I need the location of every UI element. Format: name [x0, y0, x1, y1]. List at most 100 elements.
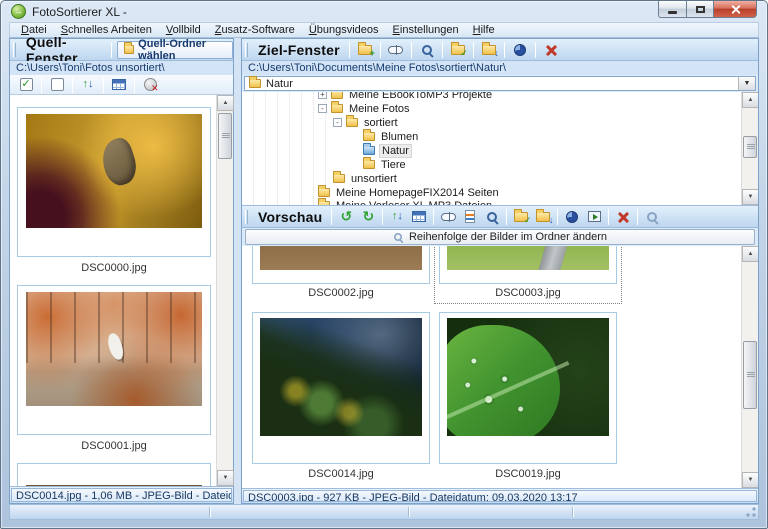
folder-tree[interactable]: + Meine EBookToMP3 Projekte - Meine Foto…	[242, 92, 758, 205]
resize-grip[interactable]	[745, 506, 757, 518]
move-to-folder-button[interactable]: ↓	[477, 41, 501, 59]
scrollbar-thumb[interactable]	[218, 113, 232, 159]
leaf-shape	[447, 325, 561, 436]
thumbnail-image-dsc0001[interactable]	[26, 292, 202, 406]
folder-combobox[interactable]: Natur ▼	[244, 76, 756, 91]
tree-row[interactable]: Meine HomepageFIX2014 Seiten	[318, 185, 501, 199]
source-status-text: DSC0014.jpg - 1,06 MB - JPEG-Bild - Date…	[11, 488, 232, 502]
sort-button[interactable]: ↑↓	[76, 76, 100, 94]
scroll-down-button[interactable]: ▼	[742, 472, 758, 488]
menu-einstellungen[interactable]: Einstellungen	[386, 23, 466, 37]
tree-label: sortiert	[364, 116, 398, 129]
tree-row[interactable]: - sortiert	[333, 115, 400, 129]
tree-row[interactable]: - Meine Fotos	[318, 101, 412, 115]
thumbnail-image-dsc0000[interactable]	[26, 114, 202, 228]
source-list-scrollbar[interactable]: ▲ ▼	[216, 95, 234, 486]
menu-hilfe[interactable]: Hilfe	[466, 23, 502, 37]
thumbnail-image-dsc0002[interactable]	[260, 246, 422, 270]
order-icon	[393, 233, 402, 241]
statistics-button[interactable]	[508, 41, 532, 59]
statistics-button[interactable]	[561, 208, 583, 226]
grid-cell-selected[interactable]	[439, 246, 617, 284]
globe-disabled-icon: ✕	[143, 78, 159, 93]
grid-view-button[interactable]	[107, 76, 131, 94]
scroll-down-button[interactable]: ▼	[742, 189, 758, 205]
rotate-right-button[interactable]: ↻	[357, 208, 379, 226]
separator	[557, 208, 559, 225]
tree-scrollbar[interactable]: ▲ ▼	[741, 92, 758, 205]
thumbnail-image-dsc0019[interactable]	[447, 318, 609, 436]
menu-zusatz-software[interactable]: Zusatz-Software	[208, 23, 302, 37]
folder-confirm-button[interactable]: ✓	[446, 41, 470, 59]
grid-cell[interactable]	[439, 312, 617, 464]
zoom-button[interactable]	[641, 208, 663, 226]
minimize-button[interactable]	[658, 1, 687, 18]
delete-icon	[545, 44, 557, 56]
rename-file-button[interactable]	[437, 208, 459, 226]
tree-expander-plus[interactable]: +	[318, 92, 327, 99]
tree-row[interactable]: + Meine EBookToMP3 Projekte	[318, 92, 494, 101]
grid-view-button[interactable]	[408, 208, 430, 226]
combo-dropdown-button[interactable]: ▼	[738, 77, 755, 90]
thumbnail-image-dsc0014[interactable]	[260, 318, 422, 436]
new-folder-button[interactable]: +	[353, 41, 377, 59]
new-folder-icon: +	[357, 41, 375, 57]
tree-row-selected[interactable]: Natur	[363, 143, 412, 158]
folder-confirm-button[interactable]: ✓	[510, 208, 532, 226]
separator	[134, 76, 135, 93]
close-button[interactable]	[714, 1, 757, 18]
toolbar-grip	[245, 209, 248, 224]
maximize-button[interactable]	[687, 1, 714, 18]
sort-button[interactable]: ↑↓	[386, 208, 408, 226]
source-thumb-cell[interactable]	[17, 107, 211, 257]
scrollbar-thumb[interactable]	[743, 136, 757, 158]
menu-vollbild[interactable]: Vollbild	[159, 23, 208, 37]
tree-expander-minus[interactable]: -	[318, 104, 327, 113]
scroll-up-button[interactable]: ▲	[217, 95, 234, 111]
folder-icon	[363, 129, 375, 141]
separator	[472, 41, 474, 58]
search-button[interactable]	[415, 41, 439, 59]
search-button[interactable]	[481, 208, 503, 226]
change-order-button[interactable]: Reihenfolge der Bilder im Ordner ändern	[245, 229, 755, 245]
file-info-button[interactable]	[459, 208, 481, 226]
menu-uebungsvideos[interactable]: Übungsvideos	[302, 23, 386, 37]
butterfly-shape	[97, 135, 142, 189]
thumb-filename: DSC0001.jpg	[81, 440, 147, 452]
scrollbar-thumb[interactable]	[743, 341, 757, 409]
scroll-up-button[interactable]: ▲	[742, 92, 758, 108]
source-thumbnail-list[interactable]: DSC0000.jpg DSC0001.jpg	[10, 95, 233, 486]
app-window: → FotoSortierer XL - Datei Schnelles Arb…	[0, 0, 768, 529]
thumbnail-image-dsc0003[interactable]	[447, 246, 609, 270]
title-bar[interactable]: → FotoSortierer XL -	[1, 1, 767, 22]
source-status-bar: DSC0014.jpg - 1,06 MB - JPEG-Bild - Date…	[10, 486, 233, 503]
source-thumb-cell[interactable]	[17, 463, 211, 486]
delete-image-button[interactable]	[612, 208, 634, 226]
source-thumb-cell[interactable]	[17, 285, 211, 435]
grid-scrollbar[interactable]: ▲ ▼	[741, 246, 758, 488]
tree-expander-minus[interactable]: -	[333, 118, 342, 127]
delete-folder-button[interactable]	[539, 41, 563, 59]
tree-row[interactable]: Tiere	[363, 157, 408, 171]
tree-row[interactable]: Blumen	[363, 129, 420, 143]
grid-cell[interactable]	[252, 246, 430, 284]
preview-grid[interactable]: DSC0002.jpg DSC0003.jpg DSC0014.jpg DSC0…	[242, 246, 758, 488]
choose-source-folder-button[interactable]: Quell-Ordner wählen	[117, 38, 233, 62]
preview-toolbar: Vorschau ↺ ↻ ↑↓ ✓ ↓	[242, 205, 758, 228]
tree-label: Meine HomepageFIX2014 Seiten	[336, 186, 499, 199]
scroll-down-button[interactable]: ▼	[217, 470, 234, 486]
separator	[103, 76, 104, 93]
folder-icon	[124, 42, 135, 54]
grid-cell[interactable]	[252, 312, 430, 464]
rename-folder-button[interactable]	[384, 41, 408, 59]
deselect-all-button[interactable]	[45, 76, 69, 94]
select-all-button[interactable]: ✓	[14, 76, 38, 94]
source-icon-toolbar: ✓ ↑↓ ✕	[10, 75, 233, 95]
rotate-left-button[interactable]: ↺	[335, 208, 357, 226]
menu-bar: Datei Schnelles Arbeiten Vollbild Zusatz…	[9, 22, 759, 38]
tree-row[interactable]: unsortiert	[333, 171, 399, 185]
slideshow-button[interactable]	[583, 208, 605, 226]
scroll-up-button[interactable]: ▲	[742, 246, 758, 262]
web-disabled-button[interactable]: ✕	[138, 76, 162, 94]
move-to-folder-button[interactable]: ↓	[532, 208, 554, 226]
